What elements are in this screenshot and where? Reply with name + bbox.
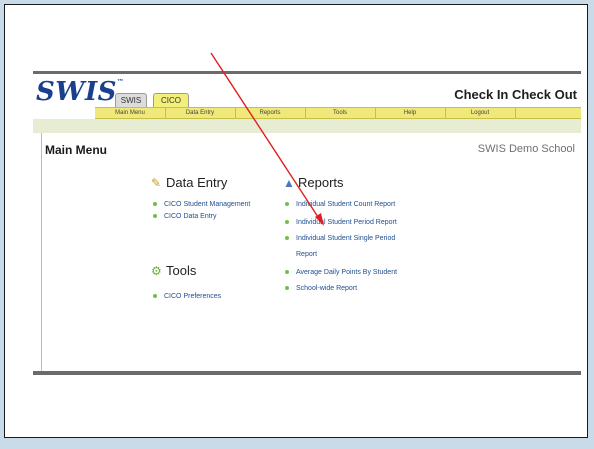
link-label: School-wide Report (296, 285, 358, 292)
link-average-daily-points-by-student[interactable]: Average Daily Points By Student (285, 269, 397, 276)
link-individual-student-period-report[interactable]: Individual Student Period Report (285, 219, 397, 226)
bullet-icon (285, 286, 289, 291)
screenshot-bottom-edge (33, 371, 581, 375)
chart-icon: ▲ (283, 176, 295, 190)
pencil-icon: ✎ (151, 176, 162, 190)
school-name: SWIS Demo School (477, 143, 575, 155)
bullet-icon (153, 294, 157, 299)
swis-logo[interactable]: SWIS™ (36, 77, 124, 107)
bullet-icon (285, 270, 289, 275)
tab-swis[interactable]: SWIS (115, 93, 147, 107)
link-label: Average Daily Points By Student (296, 269, 398, 276)
section-data-entry-heading: Data Entry (166, 175, 228, 190)
header-band (33, 119, 581, 133)
bullet-icon (285, 202, 289, 207)
menu-item-logout[interactable]: Logout (445, 108, 516, 118)
menu-item-main-menu[interactable]: Main Menu (95, 108, 166, 118)
link-label: Individual Student Single Period (296, 235, 396, 242)
gear-icon: ⚙ (151, 264, 162, 278)
link-label: Report (296, 251, 318, 258)
link-label: CICO Preferences (164, 293, 222, 300)
link-individual-student-single-period-report-continued[interactable]: Report (296, 251, 317, 258)
menu-item-reports[interactable]: Reports (235, 108, 306, 118)
bullet-icon (153, 202, 157, 207)
link-label: Individual Student Period Report (296, 219, 397, 226)
link-cico-student-management[interactable]: CICO Student Management (153, 201, 250, 208)
slide-frame: SWIS™ SWIS CICO Check In Check Out Main … (4, 4, 588, 438)
logo-trademark: ™ (116, 77, 125, 86)
menu-item-help[interactable]: Help (375, 108, 446, 118)
menu-item-tools[interactable]: Tools (305, 108, 376, 118)
link-label: Individual Student Count Report (296, 201, 396, 208)
link-school-wide-report[interactable]: School-wide Report (285, 285, 357, 292)
link-cico-preferences[interactable]: CICO Preferences (153, 293, 221, 300)
link-label: CICO Data Entry (164, 213, 217, 220)
browser-edge (33, 71, 581, 74)
section-data-entry: ✎ Data Entry (151, 175, 227, 190)
menu-item-data-entry[interactable]: Data Entry (165, 108, 236, 118)
link-cico-data-entry[interactable]: CICO Data Entry (153, 213, 217, 220)
link-individual-student-single-period-report[interactable]: Individual Student Single Period (285, 235, 395, 242)
swis-screenshot: SWIS™ SWIS CICO Check In Check Out Main … (33, 71, 581, 375)
page-title: Main Menu (45, 143, 107, 157)
tab-cico[interactable]: CICO (153, 93, 189, 107)
bullet-icon (153, 214, 157, 219)
bullet-icon (285, 236, 289, 241)
section-tools: ⚙ Tools (151, 263, 196, 278)
link-individual-student-count-report[interactable]: Individual Student Count Report (285, 201, 395, 208)
section-tools-heading: Tools (166, 263, 197, 278)
logo-text: SWIS (36, 77, 117, 107)
section-reports: ▲ Reports (283, 175, 344, 190)
main-menubar: Main Menu Data Entry Reports Tools Help … (95, 107, 581, 119)
section-reports-heading: Reports (298, 175, 344, 190)
app-title: Check In Check Out (454, 87, 577, 102)
link-label: CICO Student Management (164, 201, 251, 208)
bullet-icon (285, 220, 289, 225)
